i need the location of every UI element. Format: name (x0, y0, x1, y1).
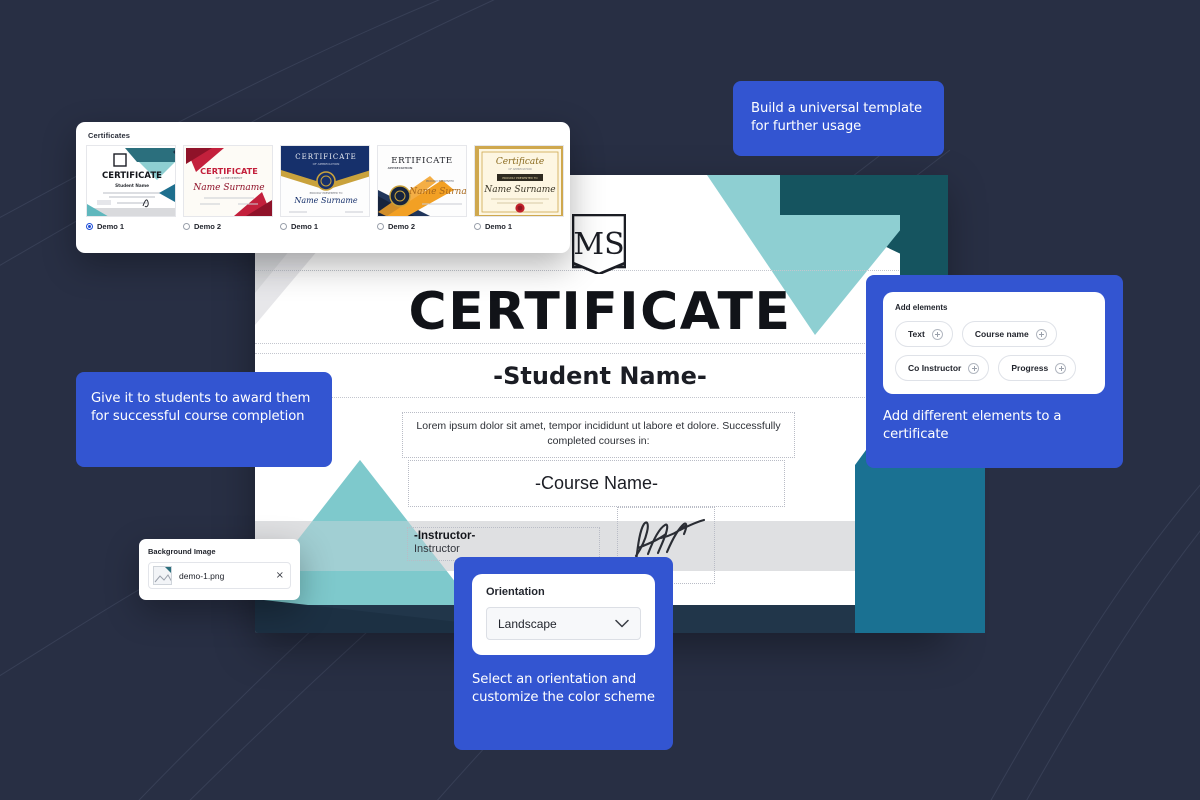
svg-text:OF APPRECIATION: OF APPRECIATION (508, 167, 531, 171)
svg-text:OF ACHIEVEMENT: OF ACHIEVEMENT (216, 176, 243, 180)
orientation-panel[interactable]: Orientation Landscape (472, 574, 655, 655)
template-thumbnail-teal[interactable]: CERTIFICATE Student Name (86, 145, 176, 217)
callout-text: Add different elements to a certificate (883, 408, 1108, 444)
certificate-instructor-name: -Instructor- (414, 530, 595, 542)
svg-text:Name Surname: Name Surname (293, 196, 358, 205)
add-element-text-button[interactable]: Text (895, 321, 953, 347)
plus-circle-icon[interactable] (968, 363, 979, 374)
callout-add-elements: Add elements Text Course name Co Instruc… (866, 275, 1123, 468)
panel-title: Add elements (895, 303, 1093, 312)
template-label: Demo 1 (97, 222, 124, 231)
svg-text:OF APPRECIATION: OF APPRECIATION (313, 162, 340, 166)
certificates-template-panel[interactable]: Certificates CERTIFICATE Student Name (76, 122, 570, 253)
chip-label: Co Instructor (908, 363, 961, 373)
template-radio[interactable] (86, 223, 93, 230)
add-element-course-name-button[interactable]: Course name (962, 321, 1057, 347)
svg-text:Name Surname: Name Surname (192, 183, 264, 193)
template-thumbnail-row: CERTIFICATE Student Name (86, 145, 560, 231)
svg-text:Student Name: Student Name (115, 183, 149, 188)
template-thumbnail-navy[interactable]: CERTIFICATE OF APPRECIATION PROUDLY PRES… (280, 145, 370, 217)
template-label: Demo 1 (485, 222, 512, 231)
certificate-instructor-role: Instructor (414, 543, 595, 555)
template-radio[interactable] (280, 223, 287, 230)
callout-orientation: Orientation Landscape Select an orientat… (454, 557, 673, 750)
plus-circle-icon[interactable] (932, 329, 943, 340)
template-option[interactable]: CERTIFICATE OF ACHIEVEMENT Name Surname … (183, 145, 273, 231)
certificate-course-name[interactable]: -Course Name- (408, 460, 785, 507)
callout-build-template: Build a universal template for further u… (733, 81, 944, 156)
svg-text:CERTIFICATE: CERTIFICATE (102, 171, 162, 181)
template-radio[interactable] (377, 223, 384, 230)
template-thumbnail-orange[interactable]: ERTIFICATE APPRECIATION PROUDLY PRESENTE… (377, 145, 467, 217)
panel-title: Certificates (88, 131, 560, 140)
page-root: MS CERTIFICATE -Student Name- Lorem ipsu… (0, 0, 1200, 800)
orientation-selected-value: Landscape (498, 617, 557, 631)
panel-title: Background Image (148, 547, 291, 556)
svg-text:CERTIFICATE: CERTIFICATE (295, 153, 356, 161)
add-element-progress-button[interactable]: Progress (998, 355, 1076, 381)
chevron-down-icon[interactable] (615, 615, 629, 633)
template-option[interactable]: ERTIFICATE APPRECIATION PROUDLY PRESENTE… (377, 145, 467, 231)
background-image-file-chip[interactable]: demo-1.png × (148, 562, 291, 589)
chip-label: Course name (975, 329, 1029, 339)
add-elements-row-1: Text Course name (895, 321, 1093, 347)
svg-text:Name Surna: Name Surna (408, 187, 466, 197)
callout-text: Select an orientation and customize the … (472, 671, 662, 707)
svg-text:CERTIFICATE: CERTIFICATE (200, 166, 258, 176)
template-label: Demo 2 (194, 222, 221, 231)
add-element-co-instructor-button[interactable]: Co Instructor (895, 355, 989, 381)
template-thumbnail-gold[interactable]: Certificate OF APPRECIATION PROUDLY PRES… (474, 145, 564, 217)
plus-circle-icon[interactable] (1055, 363, 1066, 374)
svg-text:ERTIFICATE: ERTIFICATE (391, 156, 452, 166)
svg-text:APPRECIATION: APPRECIATION (388, 166, 413, 170)
image-thumbnail-icon (153, 566, 172, 585)
certificate-instructor-block[interactable]: -Instructor- Instructor (407, 527, 600, 561)
close-icon[interactable]: × (276, 571, 284, 581)
template-option[interactable]: CERTIFICATE Student Name (86, 145, 176, 231)
template-label: Demo 2 (388, 222, 415, 231)
template-radio[interactable] (183, 223, 190, 230)
callout-text: Give it to students to award them for su… (91, 390, 317, 426)
template-thumbnail-red[interactable]: CERTIFICATE OF ACHIEVEMENT Name Surname (183, 145, 273, 217)
callout-award-students: Give it to students to award them for su… (76, 372, 332, 467)
template-radio[interactable] (474, 223, 481, 230)
plus-circle-icon[interactable] (1036, 329, 1047, 340)
add-elements-panel[interactable]: Add elements Text Course name Co Instruc… (883, 292, 1105, 394)
svg-text:PROUDLY PRESENTED: PROUDLY PRESENTED (426, 179, 454, 183)
chip-label: Text (908, 329, 925, 339)
certificate-logo-text: MS (573, 227, 624, 262)
template-option[interactable]: Certificate OF APPRECIATION PROUDLY PRES… (474, 145, 564, 231)
orientation-select[interactable]: Landscape (486, 607, 641, 640)
chip-label: Progress (1011, 363, 1048, 373)
template-option[interactable]: CERTIFICATE OF APPRECIATION PROUDLY PRES… (280, 145, 370, 231)
panel-title: Orientation (486, 586, 641, 598)
template-label: Demo 1 (291, 222, 318, 231)
svg-text:Certificate: Certificate (496, 157, 544, 167)
svg-text:PROUDLY PRESENTED TO: PROUDLY PRESENTED TO (310, 191, 343, 195)
certificate-logo[interactable]: MS (572, 214, 626, 274)
callout-text: Build a universal template for further u… (751, 100, 926, 136)
background-image-file-name: demo-1.png (179, 571, 276, 581)
background-image-panel[interactable]: Background Image demo-1.png × (139, 539, 300, 600)
svg-text:PROUDLY PRESENTED TO: PROUDLY PRESENTED TO (502, 176, 538, 180)
svg-text:Name Surname: Name Surname (483, 185, 555, 195)
add-elements-row-2: Co Instructor Progress (895, 355, 1093, 381)
certificate-body-text[interactable]: Lorem ipsum dolor sit amet, tempor incid… (402, 412, 795, 458)
